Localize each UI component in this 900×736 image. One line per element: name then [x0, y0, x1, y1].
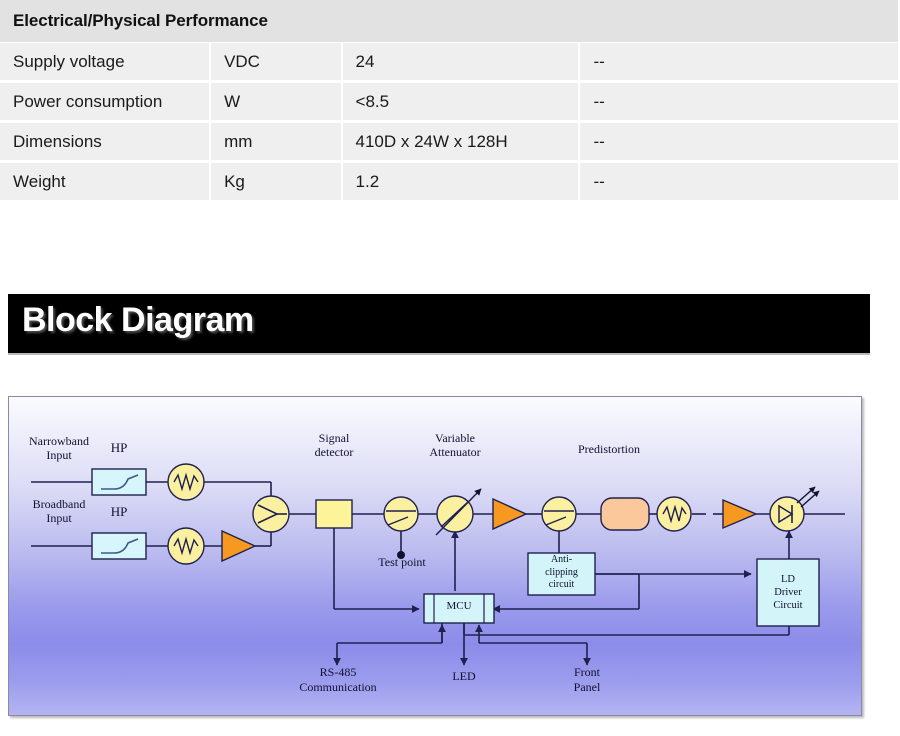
- label-anticlip-line1: Anti-: [550, 554, 573, 565]
- amplifier-icon-output: [722, 498, 758, 530]
- cell-value: 410D x 24W x 128H: [342, 123, 579, 160]
- label-front-panel: Front Panel: [547, 665, 627, 695]
- cell-note: --: [580, 123, 898, 160]
- label-mcu: MCU: [446, 600, 472, 612]
- cell-unit: mm: [211, 123, 341, 160]
- variable-attenuator-icon: [435, 488, 482, 536]
- label-signal-detector-line1: Signal: [318, 431, 350, 445]
- label-hp-top: HP: [110, 440, 128, 455]
- label-anti-clipping-circuit: Anti- clipping circuit: [528, 554, 595, 592]
- banner-title: Block Diagram: [22, 301, 254, 339]
- cell-note: --: [580, 83, 898, 120]
- cell-unit: VDC: [211, 43, 341, 80]
- label-broadband-line2: Input: [46, 511, 72, 525]
- label-broadband-input: Broadband Input: [19, 497, 99, 525]
- cell-unit: Kg: [211, 163, 341, 200]
- label-narrowband-line1: Narrowband: [29, 434, 89, 448]
- label-signal-detector: Signal detector: [292, 431, 376, 459]
- attenuator-icon-predistortion: [656, 496, 692, 532]
- label-anticlip-line3: circuit: [548, 579, 575, 590]
- label-led: LED: [452, 669, 476, 683]
- label-variable-attenuator-line2: Attenuator: [429, 445, 481, 459]
- label-rs485-line2: Communication: [299, 680, 377, 694]
- label-broadband-line1: Broadband: [32, 497, 86, 511]
- label-anticlip-line2: clipping: [545, 566, 578, 578]
- signal-detector-box: [315, 499, 353, 529]
- cell-note: --: [580, 163, 898, 200]
- hp-filter-narrowband: [91, 468, 147, 496]
- coupler-icon-anticlip: [541, 496, 577, 532]
- label-frontpanel-line2: Panel: [573, 680, 601, 694]
- laser-diode-icon: [769, 486, 820, 532]
- label-ld-driver-circuit: LD Driver Circuit: [757, 573, 819, 612]
- label-signal-detector-line2: detector: [314, 445, 354, 459]
- cell-value: <8.5: [342, 83, 579, 120]
- block-diagram-banner: Block Diagram: [8, 294, 870, 355]
- label-hp-bottom: HP: [110, 504, 128, 519]
- predistortion-block: [600, 497, 650, 531]
- table-row: Supply voltage VDC 24 --: [0, 43, 898, 82]
- label-predistortion: Predistortion: [578, 442, 640, 456]
- label-lddriver-line1: LD: [781, 574, 795, 585]
- attenuator-icon-broadband: [167, 527, 205, 565]
- cell-parameter: Dimensions: [0, 123, 210, 160]
- combiner-icon: [252, 495, 290, 533]
- hp-filter-broadband: [91, 532, 147, 560]
- label-rs485-communication: RS-485 Communication: [273, 665, 403, 695]
- cell-value: 1.2: [342, 163, 579, 200]
- cell-parameter: Weight: [0, 163, 210, 200]
- amplifier-icon-broadband: [221, 529, 257, 563]
- cell-unit: W: [211, 83, 341, 120]
- label-rs485-line1: RS-485: [319, 665, 357, 679]
- spec-table: Electrical/Physical Performance Supply v…: [0, 0, 898, 202]
- amplifier-icon-main: [492, 497, 528, 531]
- cell-value: 24: [342, 43, 579, 80]
- block-diagram: Narrowband Input HP Broadband Input HP S…: [8, 396, 862, 716]
- label-narrowband-input: Narrowband Input: [19, 434, 99, 462]
- cell-note: --: [580, 43, 898, 80]
- table-row: Power consumption W <8.5 --: [0, 83, 898, 122]
- cell-parameter: Power consumption: [0, 83, 210, 120]
- label-variable-attenuator: Variable Attenuator: [409, 431, 501, 459]
- label-lddriver-line3: Circuit: [773, 600, 803, 611]
- label-frontpanel-line1: Front: [573, 665, 600, 679]
- label-variable-attenuator-line1: Variable: [435, 431, 475, 445]
- attenuator-icon-narrowband: [167, 463, 205, 501]
- table-row: Dimensions mm 410D x 24W x 128H --: [0, 123, 898, 162]
- table-row: Weight Kg 1.2 --: [0, 163, 898, 202]
- spec-table-header: Electrical/Physical Performance: [0, 0, 898, 42]
- label-lddriver-line2: Driver: [774, 587, 802, 598]
- label-narrowband-line2: Input: [46, 448, 72, 462]
- cell-parameter: Supply voltage: [0, 43, 210, 80]
- label-test-point: Test point: [378, 555, 426, 569]
